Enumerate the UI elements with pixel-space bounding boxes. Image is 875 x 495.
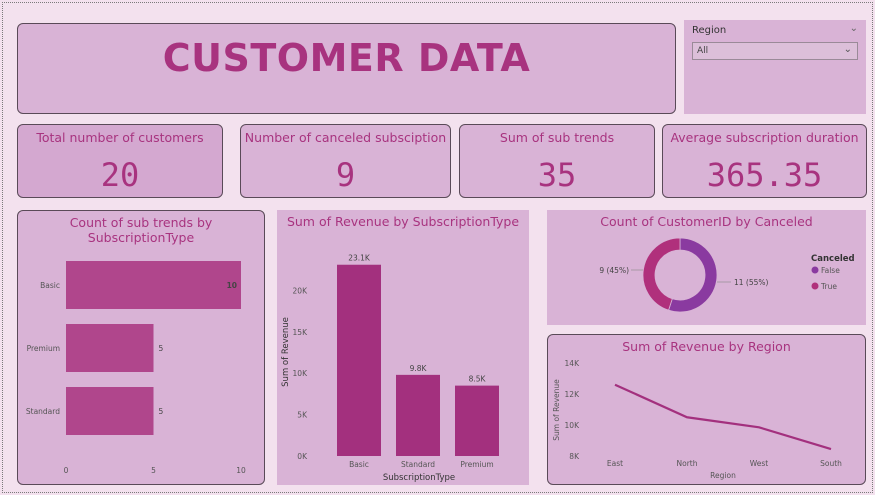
x-tick-label: 5 [151, 466, 156, 475]
sub-trends-bar-chart[interactable]: Count of sub trends by SubscriptionType … [17, 210, 265, 485]
data-label: 9.8K [410, 364, 428, 373]
x-axis-title: SubscriptionType [383, 473, 455, 483]
data-label: 11 (55%) [734, 278, 769, 287]
y-tick-label: 8K [569, 452, 580, 461]
slicer-selected-value: All [697, 46, 709, 56]
kpi-value: 9 [335, 156, 356, 194]
page-title: CUSTOMER DATA [162, 36, 531, 80]
y-tick-label: 12K [565, 390, 581, 399]
y-tick-label: 15K [293, 328, 309, 337]
kpi-card-avg-duration[interactable]: Average subscription duration 365.35 [662, 124, 867, 198]
bar [337, 264, 381, 456]
category-label: Standard [401, 460, 435, 469]
category-label: Standard [26, 407, 60, 416]
y-axis-title: Sum of Revenue [281, 317, 291, 387]
canceled-donut-plot: 11 (55%) 9 (45%) Canceled False True [599, 237, 855, 313]
kpi-label: Total number of customers [36, 130, 204, 145]
bar [396, 374, 440, 456]
category-label: Basic [40, 281, 60, 290]
series-line [614, 383, 832, 451]
x-tick-label: West [750, 459, 768, 468]
x-tick-label: South [820, 459, 842, 468]
x-tick-label: 0 [64, 466, 69, 475]
bar [66, 261, 241, 309]
x-axis-title: Region [710, 471, 736, 480]
kpi-label: Sum of sub trends [499, 130, 615, 145]
region-dropdown[interactable]: All ⌄ [692, 42, 858, 60]
legend-title: Canceled [811, 254, 855, 264]
title-card: CUSTOMER DATA [17, 23, 676, 114]
bar [66, 324, 154, 372]
kpi-value: 35 [537, 156, 577, 194]
legend-marker [811, 266, 819, 274]
bar [66, 387, 154, 435]
kpi-card-total-customers[interactable]: Total number of customers 20 [17, 124, 223, 198]
chevron-down-icon[interactable]: ⌄ [850, 23, 858, 34]
bar [455, 385, 499, 456]
x-tick-label: East [607, 459, 623, 468]
y-axis-title: Sum of Revenue [552, 379, 561, 441]
data-label: 9 (45%) [599, 266, 629, 275]
sub-trends-plot: Basic 10 Premium 5 Standard 5 0 5 10 [26, 261, 246, 475]
data-label: 23.1K [348, 254, 371, 263]
kpi-label: Number of canceled subsciption [244, 130, 447, 145]
data-label: 10 [227, 281, 237, 290]
y-tick-label: 5K [297, 411, 308, 420]
region-slicer[interactable]: Region ⌄ All ⌄ [684, 20, 866, 114]
y-tick-label: 14K [565, 359, 581, 368]
category-label: Basic [349, 460, 369, 469]
canceled-donut-chart[interactable]: Count of CustomerID by Canceled 11 (55%)… [547, 210, 866, 325]
revenue-by-region-chart[interactable]: Sum of Revenue by Region 8K 10K 12K 14K East… [547, 334, 866, 485]
legend-label: False [821, 266, 840, 275]
legend-marker [811, 282, 819, 290]
revenue-by-type-chart[interactable]: Sum of Revenue by SubscriptionType 0K 5K 1… [277, 210, 529, 485]
x-tick-label: North [677, 459, 698, 468]
dropdown-chevron-icon[interactable]: ⌄ [844, 44, 852, 55]
data-label: 5 [159, 344, 164, 353]
x-tick-label: 10 [236, 466, 246, 475]
revenue-by-type-plot: 0K 5K 10K 15K 20K 23.1K Basic 9.8K Standard 8.5K P… [281, 254, 499, 483]
kpi-card-canceled[interactable]: Number of canceled subsciption 9 [240, 124, 451, 198]
kpi-value: 365.35 [706, 156, 823, 194]
y-tick-label: 20K [293, 286, 309, 295]
y-tick-label: 10K [565, 421, 581, 430]
category-label: Premium [460, 460, 493, 469]
data-label: 5 [159, 407, 164, 416]
category-label: Premium [27, 344, 60, 353]
y-tick-label: 10K [293, 369, 309, 378]
kpi-label: Average subscription duration [670, 130, 859, 145]
slicer-label: Region [692, 25, 727, 36]
kpi-value: 20 [100, 156, 140, 194]
data-label: 8.5K [469, 375, 487, 384]
revenue-by-region-plot: 8K 10K 12K 14K East North West South Region Sum o… [552, 359, 842, 480]
kpi-card-sub-trends[interactable]: Sum of sub trends 35 [459, 124, 655, 198]
legend-label: True [820, 282, 837, 291]
y-tick-label: 0K [297, 452, 308, 461]
